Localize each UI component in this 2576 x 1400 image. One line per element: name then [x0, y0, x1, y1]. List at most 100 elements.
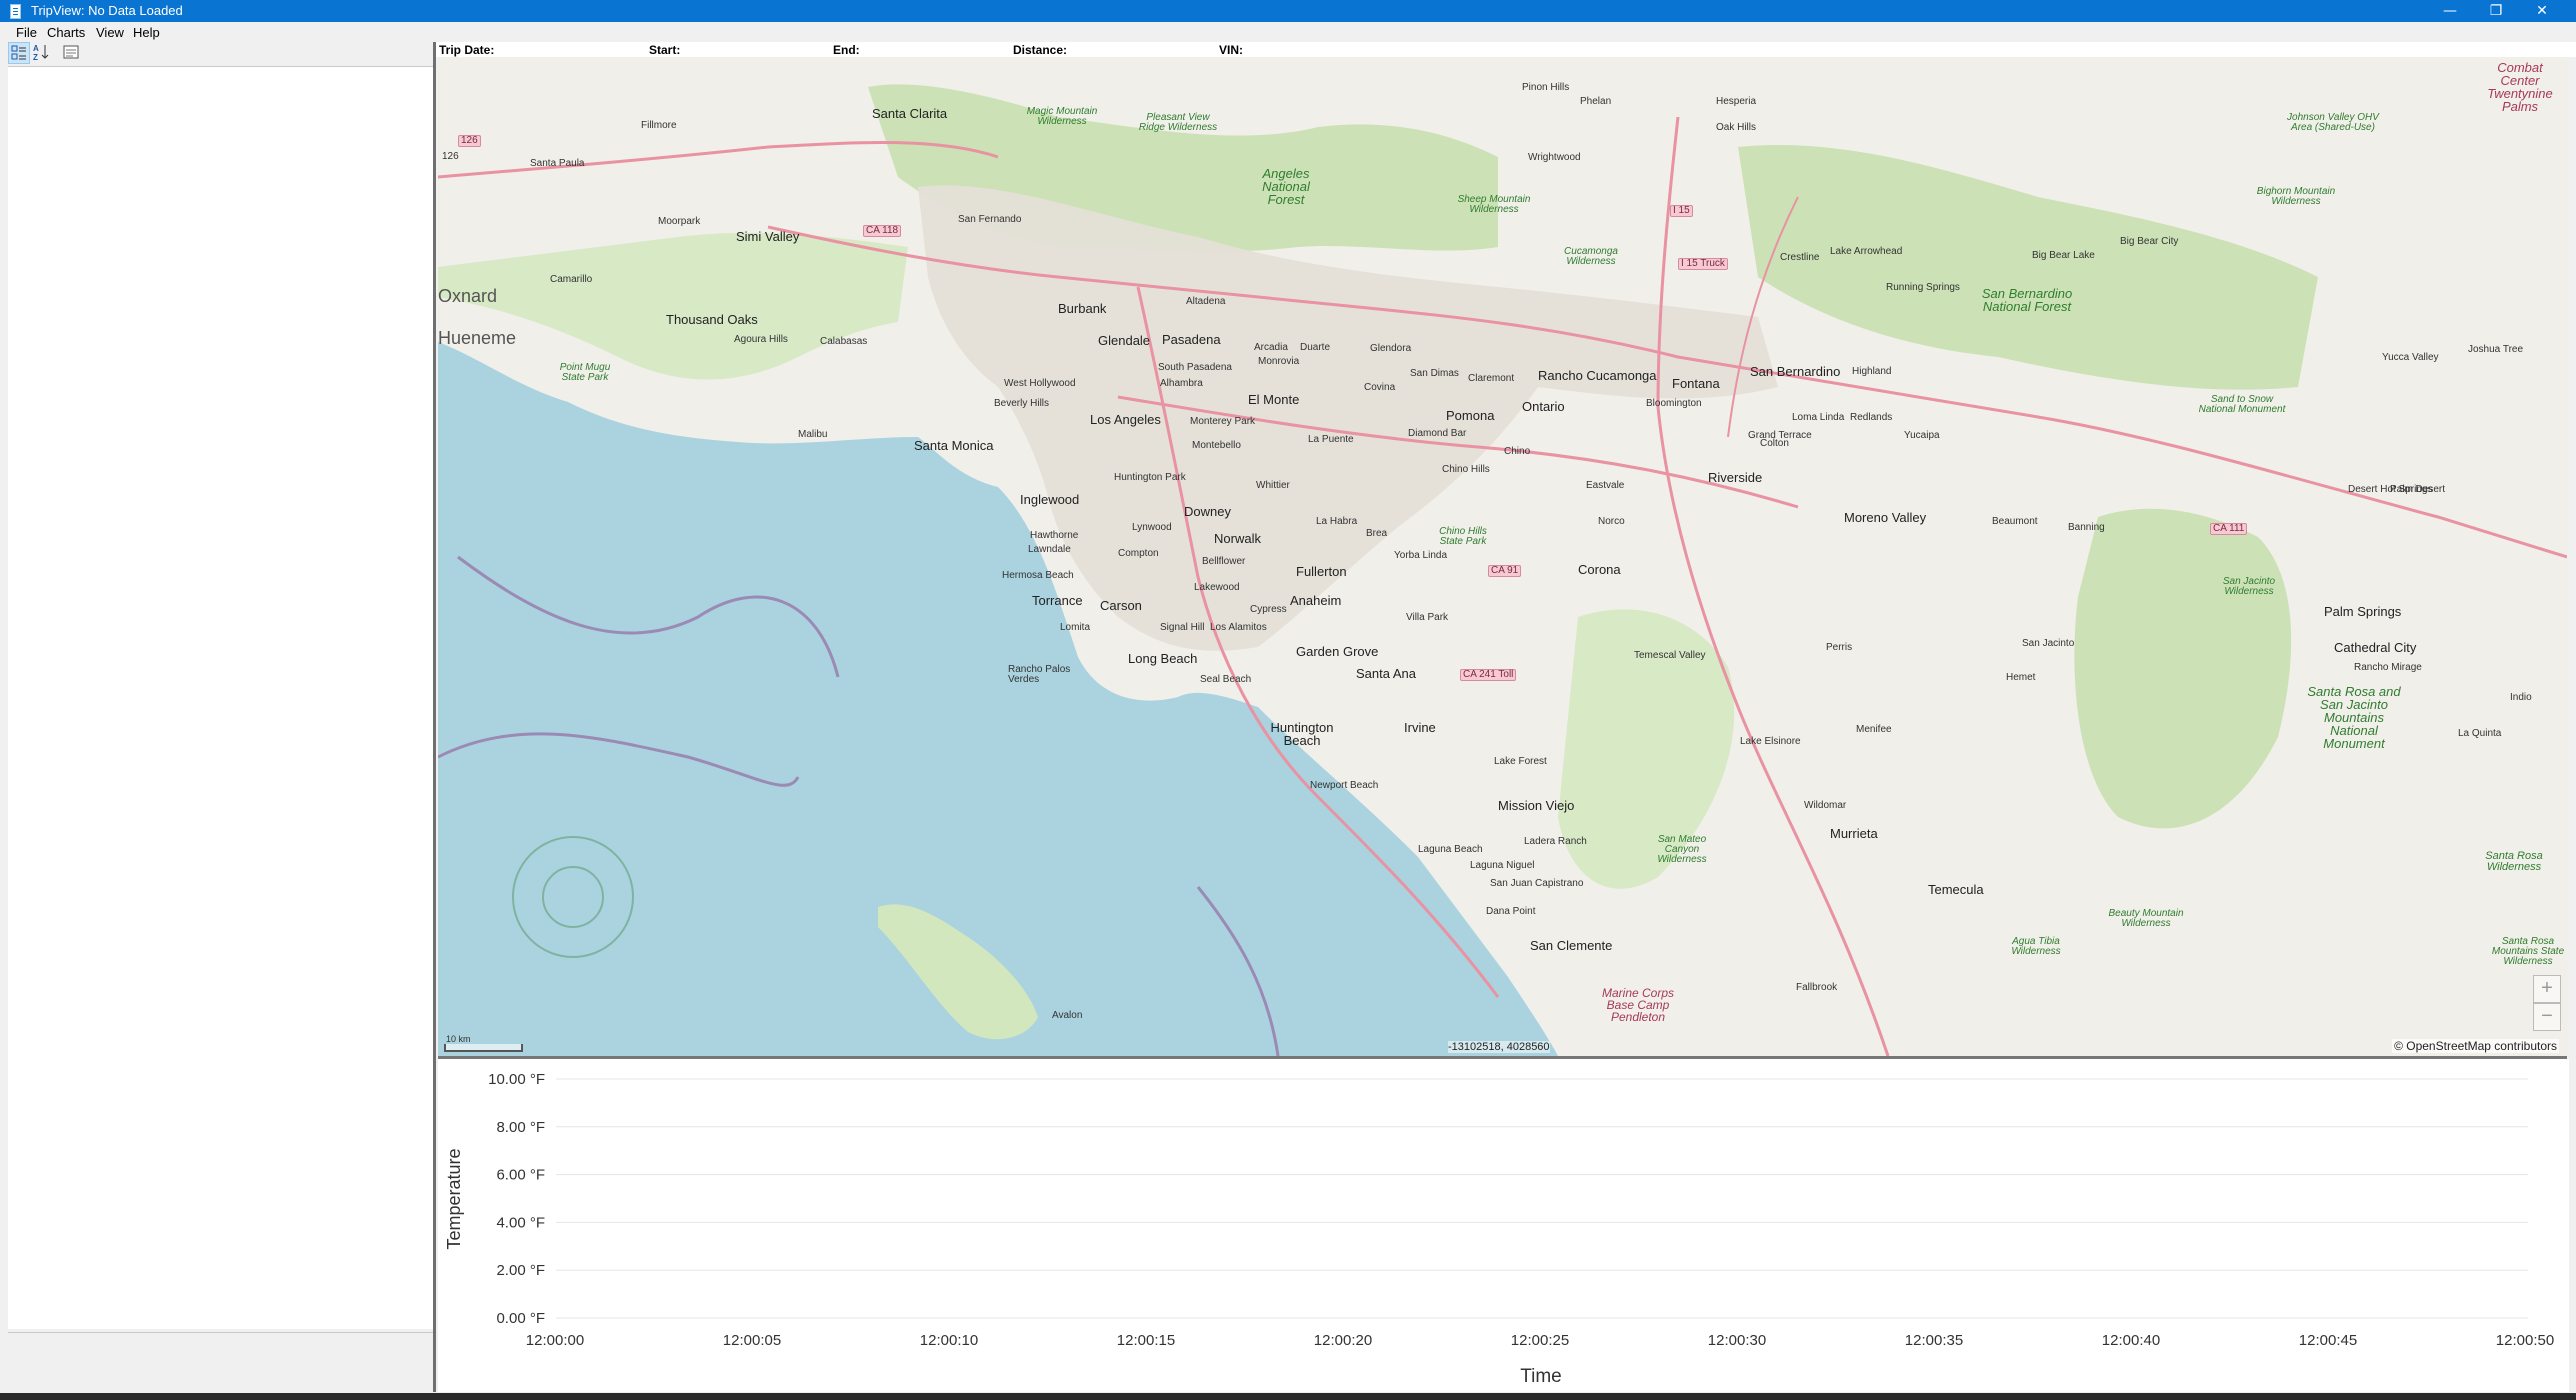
- map-label: Chino Hills: [1442, 464, 1490, 475]
- map-label: Bloomington: [1646, 398, 1702, 409]
- trip-info-header: Trip Date: Start: End: Distance: VIN:: [436, 42, 2576, 57]
- map-view[interactable]: 126 126 CA 118 I 15 I 15 Truck CA 91 CA …: [438, 57, 2567, 1059]
- map-label: Magic Mountain Wilderness: [1026, 106, 1098, 127]
- close-button[interactable]: ✕: [2519, 0, 2565, 22]
- map-label: Johnson Valley OHV Area (Shared-Use): [2287, 112, 2379, 133]
- map-attribution[interactable]: © OpenStreetMap contributors: [2392, 1039, 2559, 1053]
- map-label: Yucaipa: [1904, 430, 1940, 441]
- map-label: San Bernardino: [1750, 364, 1841, 379]
- map-label: San Bernardino National Forest: [1981, 286, 2073, 314]
- menu-charts[interactable]: Charts: [47, 25, 85, 40]
- map-label: Murrieta: [1830, 826, 1878, 841]
- properties-panel[interactable]: [8, 66, 434, 1329]
- map-label: Angeles National Forest: [1262, 166, 1310, 207]
- map-label: La Quinta: [2458, 728, 2502, 739]
- map-label: Santa Clarita: [872, 106, 948, 121]
- map-label: Grand Terrace: [1748, 430, 1812, 441]
- map-label: Duarte: [1300, 342, 1331, 353]
- trip-date-label: Trip Date:: [439, 43, 495, 57]
- restore-button[interactable]: ❐: [2473, 0, 2519, 22]
- map-label: Moorpark: [658, 216, 701, 227]
- app-window: TripView: No Data Loaded — ❐ ✕ File Char…: [0, 0, 2576, 1393]
- map-label: Oak Hills: [1716, 122, 1757, 133]
- map-label: South Pasadena: [1158, 362, 1232, 373]
- map-label: Crestline: [1780, 252, 1820, 263]
- map-label: Diamond Bar: [1408, 428, 1467, 439]
- map-label: San Mateo Canyon Wilderness: [1657, 834, 1707, 865]
- map-label: Big Bear Lake: [2032, 250, 2095, 261]
- map-label: Montebello: [1192, 440, 1241, 451]
- panel-splitter[interactable]: [433, 42, 436, 1392]
- map-label: Point Mugu State Park: [559, 362, 611, 383]
- map-label: Long Beach: [1128, 651, 1198, 666]
- map-label: Arcadia: [1254, 342, 1288, 353]
- map-label: Lynwood: [1132, 522, 1172, 533]
- san-bernardino-national-forest: [1738, 145, 2318, 390]
- x-tick-label: 12:00:00: [526, 1332, 584, 1349]
- map-label: Lake Forest: [1494, 756, 1547, 767]
- y-tick-label: 8.00 °F: [496, 1119, 545, 1136]
- map-label: Beauty Mountain Wilderness: [2108, 908, 2184, 929]
- map-label: Huntington Beach: [1270, 720, 1334, 748]
- map-label: Los Alamitos: [1210, 622, 1267, 633]
- temperature-chart[interactable]: 0.00 °F 2.00 °F 4.00 °F 6.00 °F 8.00 °F 10.00…: [438, 1059, 2569, 1392]
- map-label: Highland: [1852, 366, 1892, 377]
- sort-alphabetical-button[interactable]: A Z: [31, 42, 53, 64]
- map-label: Combat Center Twentynine Palms: [2487, 60, 2553, 114]
- map-label: Hermosa Beach: [1002, 570, 1074, 581]
- menu-view[interactable]: View: [96, 25, 124, 40]
- map-label: La Habra: [1316, 516, 1358, 527]
- sort-alphabetical-icon: A Z: [33, 44, 49, 62]
- map-label: Fallbrook: [1796, 982, 1838, 993]
- map-label: Pomona: [1446, 408, 1495, 423]
- map-label: San Jacinto: [2022, 638, 2075, 649]
- map-label: Signal Hill: [1160, 622, 1205, 633]
- map-label: Dana Point: [1486, 906, 1536, 917]
- map-label: Whittier: [1256, 480, 1290, 491]
- categorized-view-icon: [11, 45, 26, 60]
- map-label: Norco: [1598, 516, 1625, 527]
- map-label: West Hollywood: [1004, 378, 1076, 389]
- x-tick-label: 12:00:20: [1314, 1332, 1372, 1349]
- property-pages-icon: [63, 45, 79, 59]
- road-shield: CA 118: [863, 225, 902, 237]
- road-shield: 126: [458, 135, 481, 147]
- y-tick-label: 4.00 °F: [496, 1214, 545, 1231]
- map-label: Los Angeles: [1090, 412, 1161, 427]
- minimize-button[interactable]: —: [2427, 0, 2473, 22]
- zoom-out-button[interactable]: −: [2533, 1003, 2561, 1031]
- map-label: La Puente: [1308, 434, 1354, 445]
- map-label: Avalon: [1052, 1010, 1083, 1021]
- map-label: Rancho Mirage: [2354, 662, 2422, 673]
- map-label: San Dimas: [1410, 368, 1459, 379]
- map-label: Santa Rosa Wilderness: [2485, 850, 2543, 873]
- menu-help[interactable]: Help: [133, 25, 160, 40]
- app-icon: [10, 4, 21, 19]
- map-label: San Fernando: [958, 214, 1022, 225]
- map-label: Ladera Ranch: [1524, 836, 1587, 847]
- property-pages-button[interactable]: [61, 42, 83, 64]
- map-label: Perris: [1826, 642, 1853, 653]
- map-label: Lomita: [1060, 622, 1091, 633]
- y-tick-label: 2.00 °F: [496, 1262, 545, 1279]
- map-label: Sand to Snow National Monument: [2198, 394, 2286, 415]
- map-label: Santa Rosa and San Jacinto Mountains Nat…: [2307, 684, 2401, 751]
- map-label: Phelan: [1580, 96, 1612, 107]
- road-shield: I 15: [1670, 205, 1693, 217]
- menu-file[interactable]: File: [16, 25, 37, 40]
- categorized-view-button[interactable]: [8, 42, 30, 64]
- map-label: Bighorn Mountain Wilderness: [2256, 186, 2336, 207]
- map-label: Laguna Niguel: [1470, 860, 1535, 871]
- map-label: Agua Tibia Wilderness: [2011, 936, 2061, 957]
- map-label: Corona: [1578, 562, 1621, 577]
- window-title: TripView: No Data Loaded: [31, 3, 183, 18]
- zoom-in-button[interactable]: +: [2533, 975, 2561, 1003]
- map-label: Cypress: [1250, 604, 1287, 615]
- map-label: Bellflower: [1202, 556, 1246, 567]
- map-label: Monterey Park: [1190, 416, 1256, 427]
- san-jacinto-mountains: [2074, 508, 2292, 829]
- map-label: Hemet: [2006, 672, 2036, 683]
- start-label: Start:: [649, 43, 681, 57]
- scale-bar: [444, 1044, 523, 1052]
- title-bar[interactable]: TripView: No Data Loaded — ❐ ✕: [0, 0, 2576, 22]
